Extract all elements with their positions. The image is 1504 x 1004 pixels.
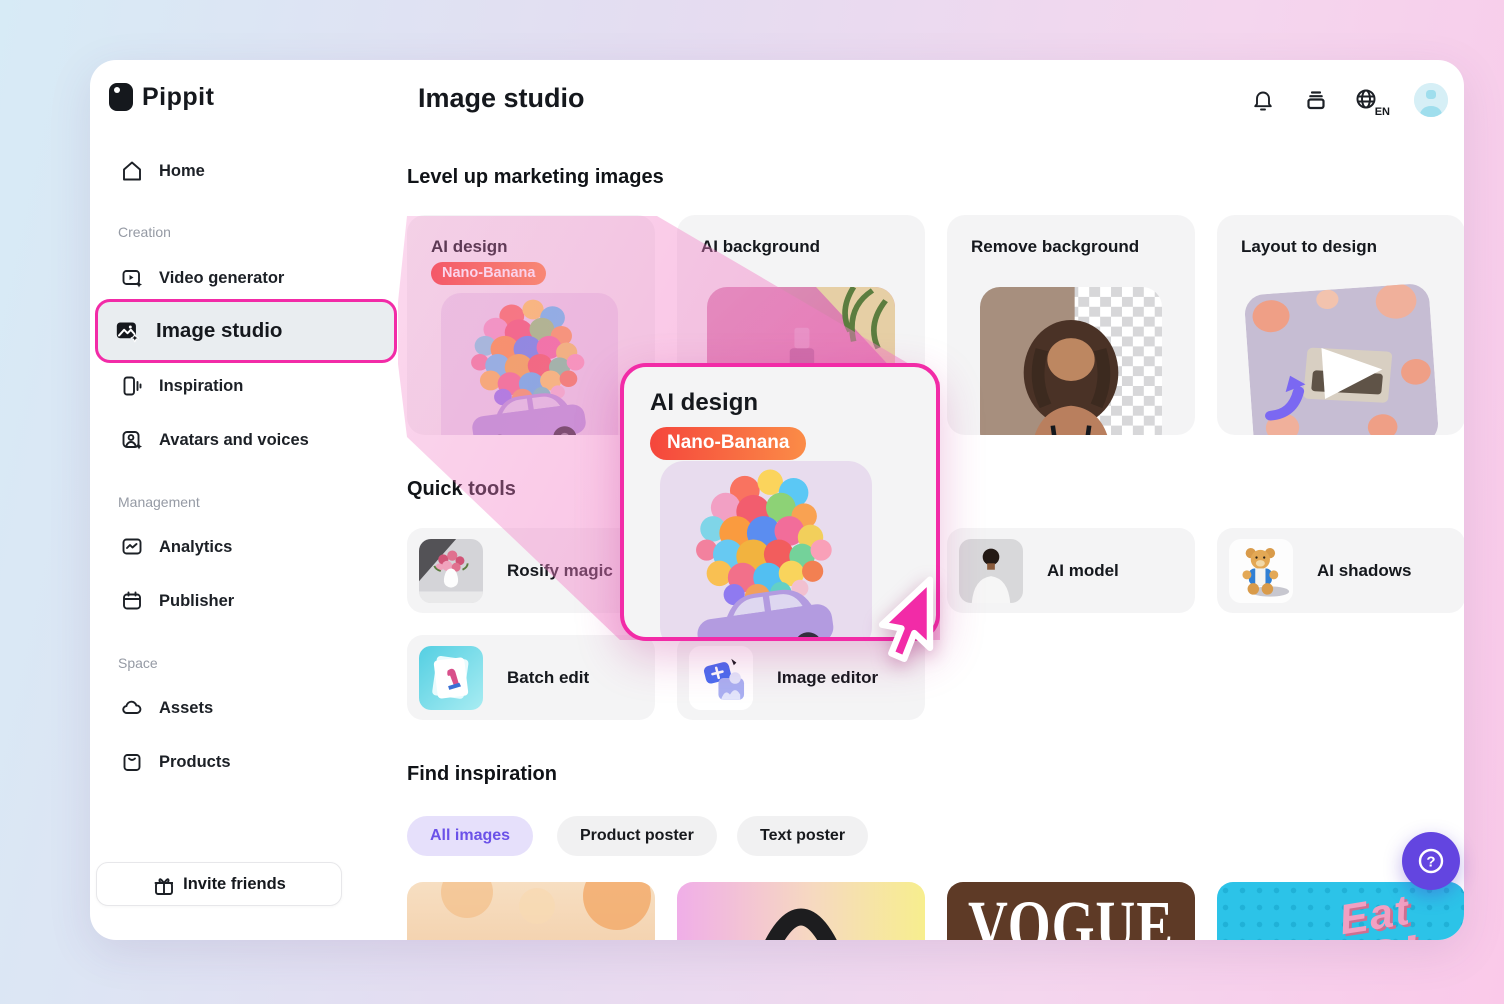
gallery-sunset-landscape[interactable] [407,882,655,940]
sidebar-item-products[interactable]: Products [120,749,231,775]
gift-icon [152,874,173,895]
magazine-title-text: VOGUE [957,886,1185,940]
tool-batch-edit[interactable]: Batch edit [407,635,655,720]
sidebar-item-video-generator[interactable]: Video generator [120,265,284,291]
nano-banana-badge: Nano-Banana [431,262,546,285]
sidebar-item-assets[interactable]: Assets [120,695,213,721]
tool-image-editor[interactable]: Image editor [677,635,925,720]
tab-text-poster[interactable]: Text poster [737,816,868,856]
flower-palette-video-image [1244,283,1440,435]
orders-tray-icon[interactable] [1304,88,1328,112]
avatars-icon [120,428,144,452]
shopping-bag-icon [120,750,144,774]
section-title-marketing: Level up marketing images [407,166,664,189]
sidebar-section-creation: Creation [118,224,171,240]
sidebar-item-inspiration[interactable]: Inspiration [120,373,243,399]
cloud-icon [120,696,144,720]
publisher-icon [120,589,144,613]
card-ai-design[interactable]: AI design Nano-Banana [407,215,655,435]
roses-vase-image [419,539,483,603]
inspiration-icon [120,374,144,398]
pippit-app-screen: { "app": { "brand": "Pippit" }, "header"… [0,0,1504,1004]
stacked-photos-image [419,646,483,710]
invite-friends-button[interactable]: Invite friends [96,862,342,906]
notifications-bell-icon[interactable] [1251,88,1275,112]
gallery-magazine-cover[interactable]: VOGUE [947,882,1195,940]
tool-ai-model[interactable]: AI model [947,528,1195,613]
sidebar-item-publisher[interactable]: Publisher [120,588,234,614]
sidebar-item-avatars-and-voices[interactable]: Avatars and voices [120,427,309,453]
popup-nano-banana-badge: Nano-Banana [650,427,806,460]
section-title-quick-tools: Quick tools [407,478,516,501]
user-avatar[interactable] [1414,83,1448,117]
gallery-eat-poster[interactable]: Eat THIS! [1217,882,1464,940]
avatar-silhouette-icon [1414,83,1448,117]
sidebar-section-space: Space [118,655,158,671]
brand-name: Pippit [142,83,214,112]
portrait-transparent-image [980,287,1162,435]
page-title: Image studio [418,83,585,114]
analytics-icon [120,535,144,559]
svg-text:?: ? [1426,854,1435,871]
pippit-logo-icon [108,82,134,112]
sidebar-item-home[interactable]: Home [120,158,205,184]
image-studio-icon [114,318,141,345]
section-title-inspiration: Find inspiration [407,763,557,786]
question-icon: ? [1416,846,1446,876]
pippit-logo[interactable]: Pippit [108,82,214,112]
language-code: EN [1374,107,1391,118]
card-remove-background[interactable]: Remove background [947,215,1195,435]
balloon-car-image [441,293,618,435]
tab-all-images[interactable]: All images [407,816,533,856]
ai-design-zoom-popup[interactable]: AI design Nano-Banana [620,363,940,641]
tool-rosify-magic[interactable]: Rosify magic [407,528,655,613]
help-button[interactable]: ? [1402,832,1460,890]
card-layout-to-design[interactable]: Layout to design [1217,215,1464,435]
teddy-bear-image [1229,539,1293,603]
home-icon [120,159,144,183]
editor-icons-image [689,646,753,710]
tool-ai-shadows[interactable]: AI shadows [1217,528,1464,613]
sidebar-section-management: Management [118,494,200,510]
video-generator-icon [120,266,144,290]
sidebar-item-image-studio[interactable]: Image studio [95,299,397,363]
popup-balloon-car-image [660,461,872,641]
gallery-headphones-poster[interactable] [677,882,925,940]
language-switcher[interactable]: EN [1354,87,1384,115]
popup-title: AI design [650,389,758,417]
tab-product-poster[interactable]: Product poster [557,816,717,856]
sidebar-item-analytics[interactable]: Analytics [120,534,232,560]
male-model-image [959,539,1023,603]
